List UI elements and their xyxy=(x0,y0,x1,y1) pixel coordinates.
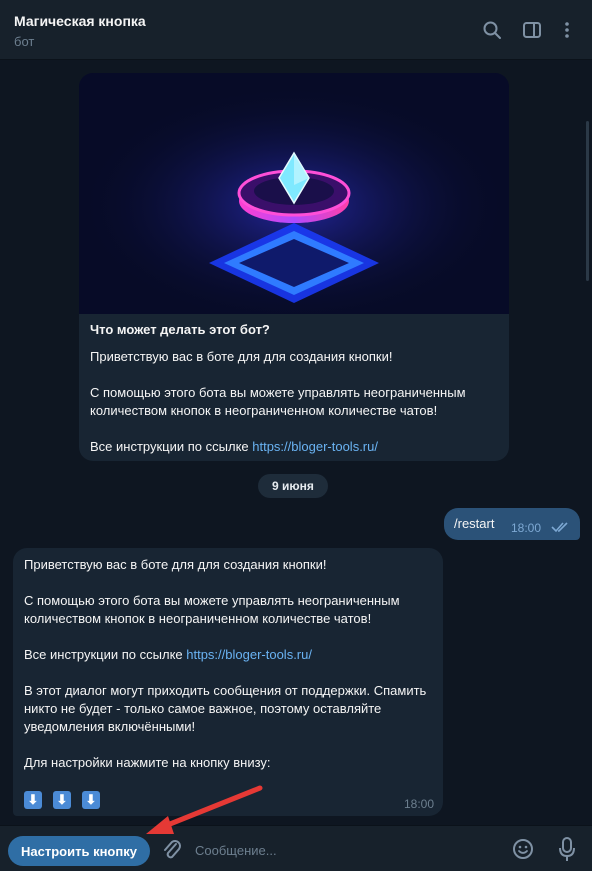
bot-intro-paragraph: С помощью этого бота вы можете управлять… xyxy=(90,385,466,418)
arrow-down-emoji: ⬇ xyxy=(53,791,71,809)
emoji-icon[interactable] xyxy=(512,838,534,860)
incoming-paragraph: Приветствую вас в боте для для создания … xyxy=(24,557,327,572)
date-separator: 9 июня xyxy=(258,474,328,498)
scrollbar[interactable] xyxy=(586,121,589,281)
outgoing-message[interactable]: /restart 18:00 xyxy=(444,508,580,540)
more-vertical-icon[interactable] xyxy=(557,20,577,40)
outgoing-message-text: /restart xyxy=(454,516,495,531)
arrow-down-emoji: ⬇ xyxy=(24,791,42,809)
bot-intro-card: Что может делать этот бот? Приветствую в… xyxy=(79,73,509,461)
incoming-links-line: Все инструкции по ссылке https://bloger-… xyxy=(24,646,434,664)
double-check-icon xyxy=(551,522,568,533)
arrow-down-emoji: ⬇ xyxy=(82,791,100,809)
bot-intro-image xyxy=(79,73,509,314)
bot-menu-button[interactable]: Настроить кнопку xyxy=(8,836,150,866)
bot-intro-paragraph: Приветствую вас в боте для для создания … xyxy=(90,349,393,364)
search-icon[interactable] xyxy=(482,20,502,40)
chat-subtitle: бот xyxy=(14,34,35,49)
microphone-icon[interactable] xyxy=(557,836,577,862)
chat-title[interactable]: Магическая кнопка xyxy=(14,13,146,29)
incoming-paragraph: В этот диалог могут приходить сообщения … xyxy=(24,683,427,734)
sidebar-toggle-icon[interactable] xyxy=(522,20,542,40)
composer-bar: Настроить кнопку xyxy=(0,825,592,871)
bot-intro-link[interactable]: https://bloger-tools.ru/ xyxy=(252,439,378,454)
incoming-paragraph: Для настройки нажмите на кнопку внизу: xyxy=(24,755,271,770)
incoming-link-prefix: Все инструкции по ссылке xyxy=(24,647,187,662)
chat-header: Магическая кнопка бот xyxy=(0,0,592,60)
incoming-message[interactable]: Приветствую вас в боте для для создания … xyxy=(13,548,443,816)
paperclip-icon[interactable] xyxy=(161,838,183,862)
bot-intro-title: Что может делать этот бот? xyxy=(90,322,270,337)
incoming-message-time: 18:00 xyxy=(404,797,435,811)
outgoing-message-time: 18:00 xyxy=(511,521,542,535)
bot-intro-links-line: Все инструкции по ссылке https://bloger-… xyxy=(90,438,500,456)
incoming-link[interactable]: https://bloger-tools.ru/ xyxy=(186,647,312,662)
incoming-paragraph: С помощью этого бота вы можете управлять… xyxy=(24,593,400,626)
bot-intro-link-prefix: Все инструкции по ссылке xyxy=(90,439,253,454)
message-input[interactable] xyxy=(195,838,485,862)
